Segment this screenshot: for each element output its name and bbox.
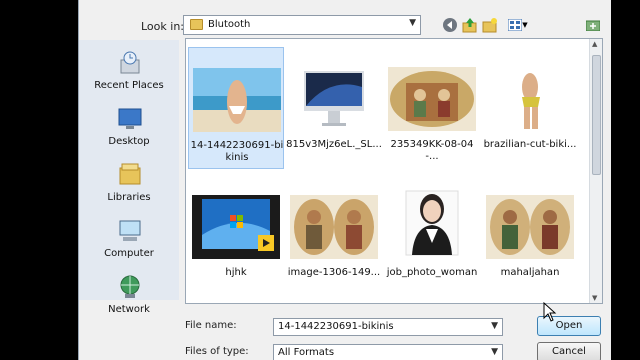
file-name: 235349KK-08-04-... <box>390 139 474 162</box>
chevron-down-icon: ▼ <box>491 347 498 357</box>
new-folder-corner-button[interactable] <box>584 16 602 34</box>
place-label: Recent Places <box>94 80 164 91</box>
new-folder-button[interactable] <box>481 16 499 34</box>
file-list-view: 14-1442230691-bikinis 815v3Mjz6eL._SL...… <box>185 38 603 304</box>
file-item-bikinis[interactable]: 14-1442230691-bikinis <box>188 47 284 169</box>
painting-thumbnail <box>290 195 378 259</box>
file-item-235349kk[interactable]: 235349KK-08-04-... <box>384 47 480 169</box>
files-of-type-value: All Formats <box>278 347 335 358</box>
file-item-brazilian-cut[interactable]: brazilian-cut-biki... <box>482 47 578 169</box>
file-name: brazilian-cut-biki... <box>483 139 577 150</box>
computer-icon <box>119 220 141 241</box>
new-folder-icon <box>482 18 497 33</box>
file-item-815v3mjz6el[interactable]: 815v3Mjz6eL._SL... <box>286 47 382 169</box>
open-file-dialog: Look in: Blutooth ▼ ▼ Recent Places Desk… <box>78 0 611 360</box>
beach-photo-thumbnail <box>193 68 281 132</box>
back-arrow-icon <box>443 18 457 32</box>
scroll-up-icon[interactable]: ▲ <box>592 40 597 48</box>
cancel-button[interactable]: Cancel <box>537 342 601 360</box>
video-frame: Look in: Blutooth ▼ ▼ Recent Places Desk… <box>0 0 640 360</box>
files-of-type-dropdown[interactable]: All Formats ▼ <box>273 344 503 360</box>
file-item-mahaljahan[interactable]: mahaljahan <box>482 175 578 297</box>
file-name-label: File name: <box>185 320 237 331</box>
up-folder-button[interactable] <box>461 16 479 34</box>
place-label: Libraries <box>107 192 151 203</box>
file-name: mahaljahan <box>500 267 560 278</box>
painting-thumbnail <box>388 67 476 131</box>
look-in-label: Look in: <box>141 20 184 33</box>
file-name: 815v3Mjz6eL._SL... <box>286 139 382 150</box>
place-label: Desktop <box>108 136 150 147</box>
painting-thumbnail <box>486 195 574 259</box>
swimwear-photo-thumbnail <box>486 67 574 131</box>
file-name: hjhk <box>225 267 247 278</box>
file-name: job_photo_woman <box>386 267 478 278</box>
look-in-value: Blutooth <box>208 19 251 30</box>
up-folder-icon <box>462 18 477 33</box>
file-name: image-1306-149... <box>287 267 381 278</box>
place-libraries[interactable]: Libraries <box>79 162 179 212</box>
recent-places-icon <box>120 51 140 74</box>
libraries-icon <box>119 163 141 185</box>
file-item-image-1306[interactable]: image-1306-149... <box>286 175 382 297</box>
file-name-field[interactable]: 14-1442230691-bikinis ▼ <box>273 318 503 336</box>
scroll-down-icon[interactable]: ▼ <box>592 294 597 302</box>
file-item-hjhk[interactable]: hjhk <box>188 175 284 297</box>
files-of-type-label: Files of type: <box>185 346 249 357</box>
network-icon <box>120 275 140 298</box>
place-label: Computer <box>104 248 154 259</box>
folder-plus-icon <box>586 20 600 31</box>
mouse-cursor-icon <box>543 302 557 322</box>
folder-icon <box>190 19 203 30</box>
dialog-footer: File name: 14-1442230691-bikinis ▼ Files… <box>79 306 611 360</box>
view-grid-icon <box>508 19 523 31</box>
portrait-photo-thumbnail <box>388 190 476 256</box>
place-computer[interactable]: Computer <box>79 218 179 268</box>
scrollbar-thumb[interactable] <box>592 55 601 175</box>
place-recent-places[interactable]: Recent Places <box>79 50 179 100</box>
file-name-value: 14-1442230691-bikinis <box>278 321 394 332</box>
chevron-down-icon: ▼ <box>491 321 498 331</box>
look-in-dropdown[interactable]: Blutooth ▼ <box>183 15 421 35</box>
imac-photo-thumbnail <box>290 67 378 131</box>
vertical-scrollbar[interactable]: ▲ ▼ <box>589 39 602 303</box>
place-desktop[interactable]: Desktop <box>79 106 179 156</box>
back-button[interactable] <box>441 16 459 34</box>
file-item-job-photo-woman[interactable]: job_photo_woman <box>384 175 480 297</box>
file-name: 14-1442230691-bikinis <box>190 140 284 163</box>
desktop-icon <box>118 108 142 129</box>
video-file-thumbnail <box>192 195 280 259</box>
places-bar: Recent Places Desktop Libraries Computer… <box>79 40 179 315</box>
chevron-down-icon: ▼ <box>409 18 416 28</box>
chevron-down-icon: ▼ <box>522 21 528 29</box>
view-menu-button[interactable]: ▼ <box>505 16 531 34</box>
